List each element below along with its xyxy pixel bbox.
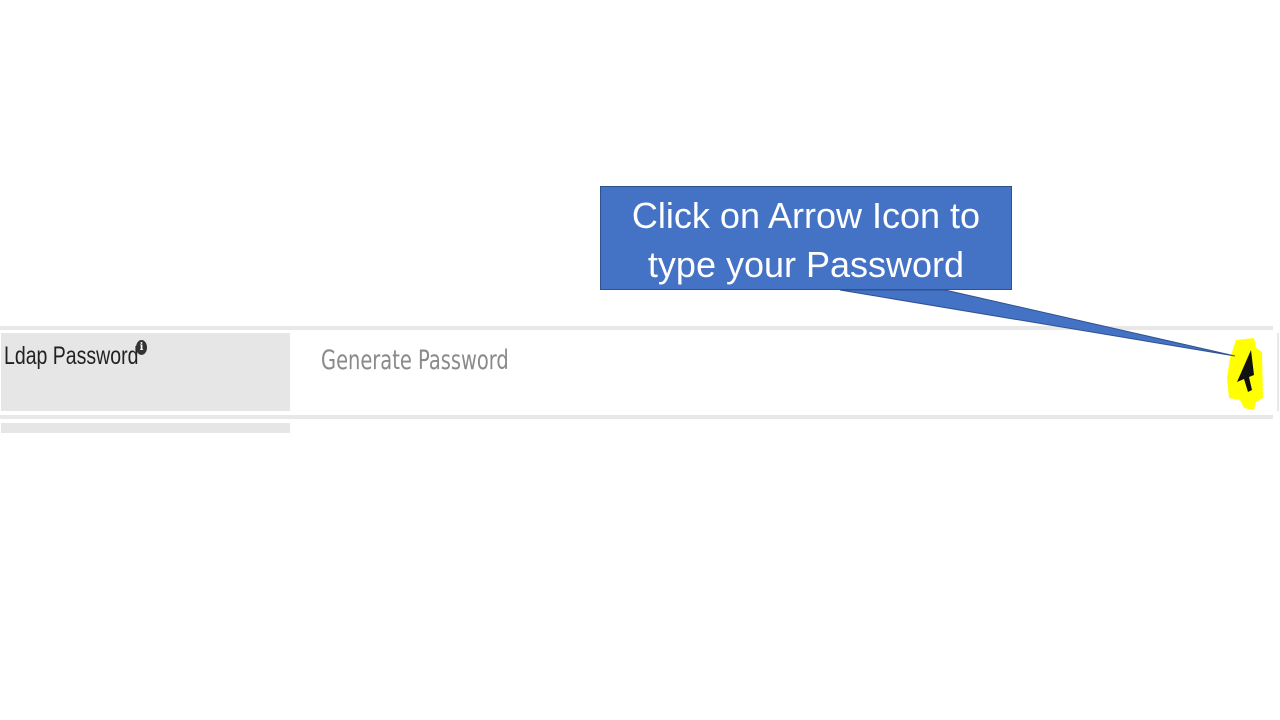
callout-pointer bbox=[839, 289, 1236, 357]
instruction-callout: Click on Arrow Icon to type your Passwor… bbox=[600, 186, 1012, 290]
callout-line-1: Click on Arrow Icon to bbox=[631, 195, 981, 236]
callout-line-2: type your Password bbox=[647, 244, 965, 285]
